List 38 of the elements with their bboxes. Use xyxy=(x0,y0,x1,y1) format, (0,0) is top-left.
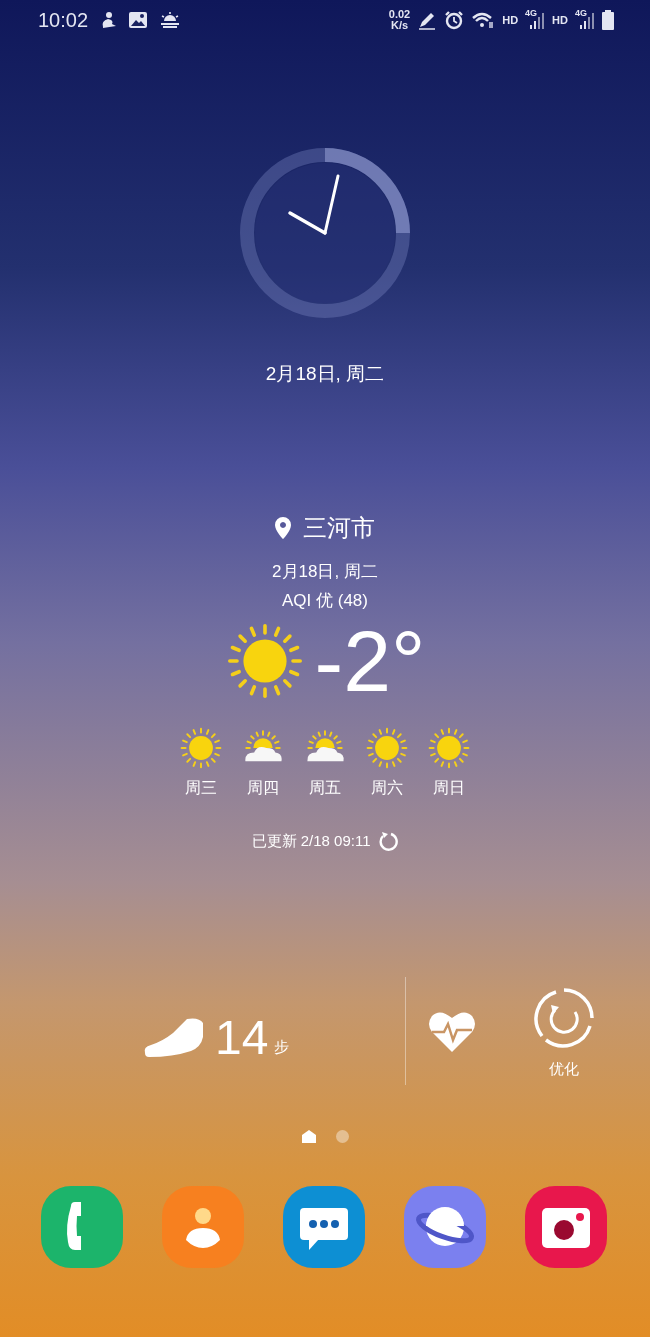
optimize-icon[interactable] xyxy=(534,987,594,1048)
contacts-app-icon[interactable] xyxy=(162,1186,244,1268)
battery-icon xyxy=(602,10,614,30)
camera-app-icon[interactable] xyxy=(525,1186,607,1268)
air-quality: AQI 优 (48) xyxy=(282,590,368,612)
network-speed-unit: K/s xyxy=(390,20,409,31)
hd-label: HD xyxy=(552,14,568,26)
weather-date: 2月18日, 周二 xyxy=(272,561,378,583)
pen-icon xyxy=(417,10,438,30)
status-time: 10:02 xyxy=(38,8,89,32)
alarm-icon xyxy=(444,10,465,30)
optimize-label: 优化 xyxy=(549,1059,579,1079)
forecast-day: 周六 xyxy=(371,778,403,799)
steps-unit: 步 xyxy=(274,1037,290,1057)
forecast-day: 周四 xyxy=(247,778,279,799)
refresh-icon[interactable] xyxy=(378,831,399,851)
forecast-day: 周五 xyxy=(309,778,341,799)
phone-app-icon[interactable] xyxy=(41,1186,123,1268)
hd-label: HD xyxy=(502,14,519,26)
updated-time: 已更新 2/18 09:11 xyxy=(251,831,371,851)
sunrise-icon xyxy=(159,11,182,29)
location-name: 三河市 xyxy=(303,513,375,543)
clock-date: 2月18日, 周二 xyxy=(265,362,385,386)
location-pin-icon xyxy=(275,517,291,539)
planet-app-icon[interactable] xyxy=(404,1186,486,1268)
network-type: 4G xyxy=(525,8,538,18)
network-type: 4G xyxy=(575,8,587,18)
page-dot[interactable] xyxy=(335,1129,349,1143)
heart-rate-icon[interactable] xyxy=(428,1010,476,1052)
messages-app-icon[interactable] xyxy=(283,1186,365,1268)
home-page-indicator[interactable] xyxy=(301,1129,316,1143)
forecast-day: 周三 xyxy=(185,778,217,799)
temperature: -2° xyxy=(314,618,426,704)
forecast-day: 周日 xyxy=(433,778,465,799)
wifi-icon xyxy=(471,10,496,30)
step-count: 14 xyxy=(215,1009,269,1065)
network-speed: 0.02 xyxy=(388,9,411,20)
image-icon xyxy=(128,11,149,29)
